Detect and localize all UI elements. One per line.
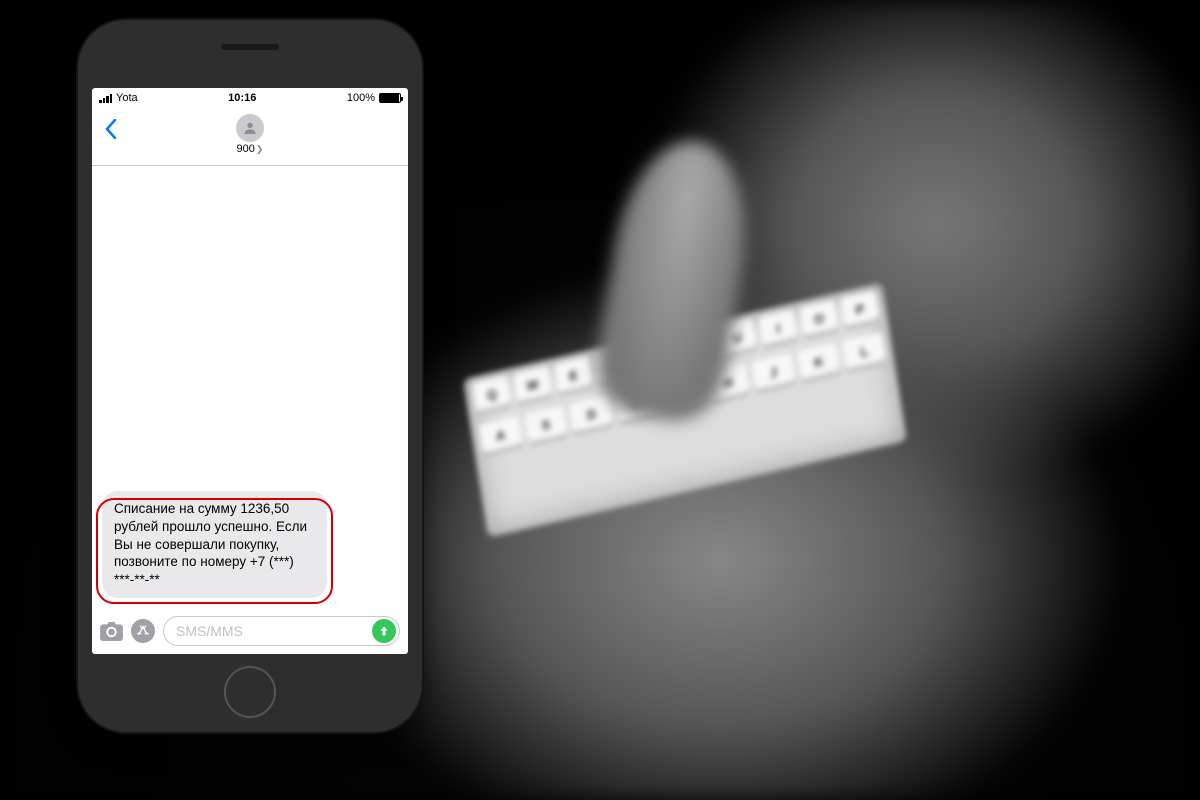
clock: 10:16 [228,92,256,104]
message-input[interactable]: SMS/MMS [163,616,400,646]
battery-icon [379,93,401,103]
message-text: Списание на сумму 1236,50 рублей прошло … [114,501,307,587]
status-bar: Yota 10:16 100% [92,88,408,108]
messages-area[interactable]: Списание на сумму 1236,50 рублей прошло … [92,166,408,610]
app-store-icon[interactable] [131,619,155,643]
incoming-message-bubble[interactable]: Списание на сумму 1236,50 рублей прошло … [102,491,327,598]
carrier-label: Yota [116,92,138,104]
contact-name: 900 [237,143,255,155]
screen: Yota 10:16 100% 900 ❯ [92,88,408,654]
home-button[interactable] [224,666,276,718]
signal-icon [99,94,112,103]
avatar-icon [236,114,264,142]
phone-speaker [221,44,279,50]
battery-pct: 100% [347,92,375,104]
nav-header: 900 ❯ [92,108,408,166]
back-button[interactable] [96,114,126,144]
input-placeholder: SMS/MMS [176,623,243,639]
contact-header[interactable]: 900 ❯ [236,114,264,155]
chevron-right-icon: ❯ [256,144,264,155]
phone-frame: Yota 10:16 100% 900 ❯ [78,20,422,732]
send-button[interactable] [372,619,396,643]
input-bar: SMS/MMS [92,610,408,654]
camera-icon[interactable] [100,622,123,641]
